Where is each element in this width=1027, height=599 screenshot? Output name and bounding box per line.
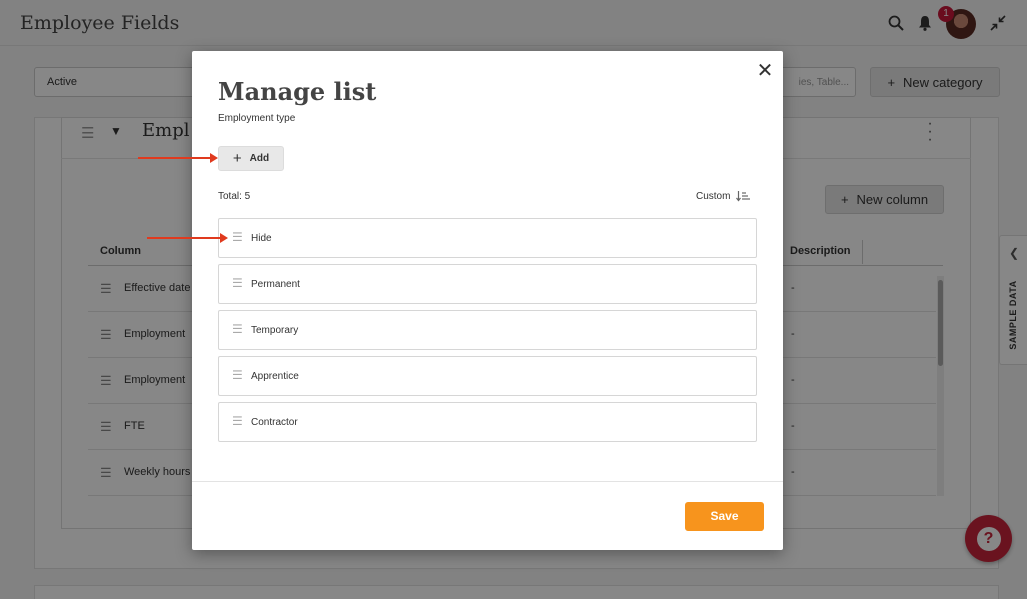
add-button[interactable]: + Add bbox=[218, 146, 284, 171]
drag-handle-icon[interactable]: ☰ bbox=[232, 414, 243, 428]
sort-label: Custom bbox=[696, 190, 731, 202]
modal-footer-divider bbox=[192, 481, 783, 482]
drag-handle-icon[interactable]: ☰ bbox=[232, 276, 243, 290]
close-icon[interactable]: ✕ bbox=[755, 61, 775, 81]
list-item[interactable]: ☰ Apprentice bbox=[218, 356, 757, 396]
save-button[interactable]: Save bbox=[685, 502, 764, 531]
sort-icon bbox=[736, 191, 751, 202]
list-item[interactable]: ☰ Hide bbox=[218, 218, 757, 258]
list-item-label: Apprentice bbox=[251, 371, 299, 382]
drag-handle-icon[interactable]: ☰ bbox=[232, 322, 243, 336]
add-label: Add bbox=[249, 153, 270, 164]
list-item-label: Permanent bbox=[251, 279, 300, 290]
list-item[interactable]: ☰ Temporary bbox=[218, 310, 757, 350]
modal-title: Manage list bbox=[218, 77, 377, 106]
plus-icon: + bbox=[232, 149, 242, 167]
drag-handle-icon[interactable]: ☰ bbox=[232, 230, 243, 244]
list-item-label: Temporary bbox=[251, 325, 299, 336]
annotation-arrow-add bbox=[138, 153, 218, 163]
sort-control[interactable]: Custom bbox=[696, 190, 751, 202]
list-item[interactable]: ☰ Contractor bbox=[218, 402, 757, 442]
manage-list-modal: ✕ Manage list Employment type + Add Tota… bbox=[192, 51, 783, 550]
list-item-label: Hide bbox=[251, 233, 272, 244]
list-item[interactable]: ☰ Permanent bbox=[218, 264, 757, 304]
drag-handle-icon[interactable]: ☰ bbox=[232, 368, 243, 382]
list-item-label: Contractor bbox=[251, 417, 298, 428]
modal-subtitle: Employment type bbox=[218, 113, 296, 124]
annotation-arrow-drag bbox=[147, 233, 228, 243]
total-count: Total: 5 bbox=[218, 191, 251, 202]
